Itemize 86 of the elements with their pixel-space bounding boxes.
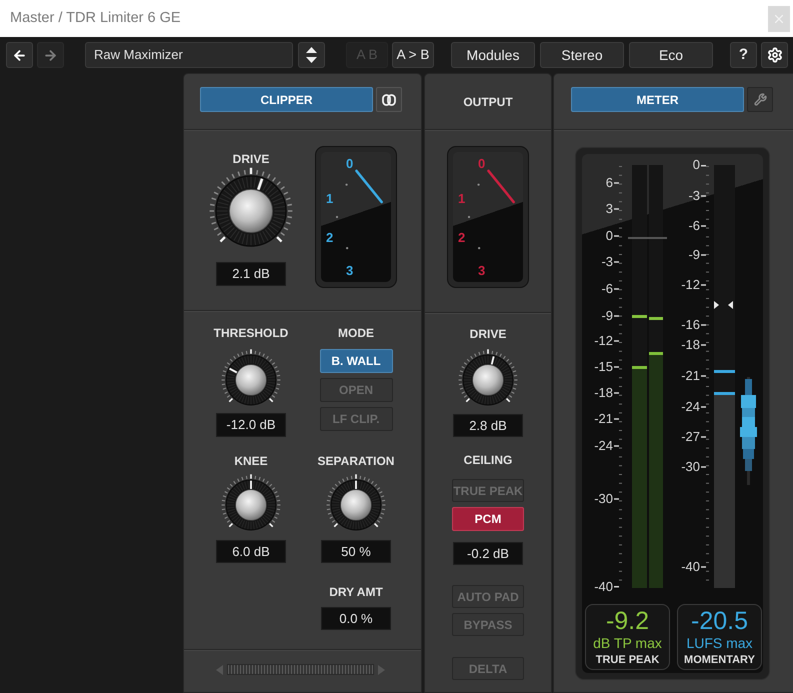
window-title: Master / TDR Limiter 6 GE [10, 8, 181, 28]
preset-field[interactable]: Raw Maximizer [85, 42, 293, 68]
toolbar-button[interactable]: Modules [451, 42, 535, 68]
ceiling-label: CEILING [464, 453, 512, 467]
scale-label: -24 [681, 400, 700, 414]
scale-ticks-drawing [468, 184, 480, 250]
scale-label: -21 [594, 412, 613, 426]
dry-amount-label: DRY AMT [329, 585, 383, 599]
value-display[interactable]: 0.0 % [321, 607, 391, 630]
caret-down-icon [306, 57, 317, 63]
scale-label: -18 [681, 338, 700, 352]
readout-value: -9.2 [606, 607, 650, 635]
scale-label: -3 [688, 189, 700, 203]
meter-needle [487, 170, 515, 204]
toolbar-button[interactable]: Eco [629, 42, 713, 68]
scale-label: -40 [594, 580, 613, 594]
value-display[interactable]: 50 % [321, 540, 391, 563]
preset-stepper-button[interactable] [298, 42, 325, 68]
zero-db-line [628, 237, 667, 239]
close-icon [775, 14, 783, 22]
scale-label: 2 [326, 230, 334, 244]
knob-label: SEPARATION [318, 454, 394, 468]
target-marker-icon [728, 301, 733, 309]
scale-label: -9 [601, 309, 613, 323]
scale-label: 3 [346, 262, 354, 278]
meter-module-button[interactable]: METER [571, 87, 744, 112]
knob-label: DRIVE [232, 152, 270, 166]
link-icon [382, 94, 396, 106]
scale-label: -21 [681, 369, 700, 383]
settings-icon [766, 47, 782, 63]
scale-label: 0 [606, 229, 613, 243]
scale-label: -3 [601, 255, 613, 269]
ab-button[interactable]: A > B [392, 42, 434, 68]
caret-up-icon [306, 47, 317, 53]
scale-label: 1 [326, 190, 334, 206]
meter-needle [355, 170, 383, 204]
back-button[interactable] [6, 42, 33, 68]
readout-label: MOMENTARY [684, 654, 755, 667]
value-display[interactable]: 6.0 dB [216, 540, 286, 563]
value-display[interactable]: 2.8 dB [453, 414, 523, 437]
scale-ticks-drawing [336, 184, 348, 250]
scale-label: -30 [594, 492, 613, 506]
scale-label: -18 [594, 386, 613, 400]
value-display[interactable]: 2.1 dB [216, 262, 286, 286]
scale-label: 6 [606, 176, 613, 190]
scale-label: -6 [601, 282, 613, 296]
knob-label: THRESHOLD [214, 326, 288, 340]
arrow-right-icon [43, 48, 58, 62]
knob-label: KNEE [234, 454, 268, 468]
scale-label: -9 [688, 248, 700, 262]
scale-label: 2 [458, 230, 466, 244]
scale-label: 0 [478, 156, 486, 170]
scale-label: -30 [681, 460, 700, 474]
mode-label: MODE [338, 326, 374, 340]
scrollbar-thumb[interactable] [227, 664, 374, 675]
scale-label: 1 [458, 190, 466, 206]
scale-label: -12 [594, 334, 613, 348]
wrench-icon [754, 93, 766, 106]
scale-label: -24 [594, 439, 613, 453]
scale-label: -16 [681, 318, 700, 332]
toolbar-button[interactable]: Stereo [540, 42, 624, 68]
knob-label: DRIVE [470, 327, 506, 341]
readout-label: TRUE PEAK [596, 654, 660, 667]
link-button[interactable] [376, 87, 402, 112]
readout-unit: dB TP max [593, 635, 662, 651]
scale-label: 3 [606, 202, 613, 216]
scale-label: 0 [692, 158, 700, 172]
meter-settings-button[interactable] [747, 87, 773, 112]
help-button[interactable]: ? [730, 42, 757, 68]
scale-label: 3 [478, 262, 486, 278]
value-display[interactable]: -12.0 dB [216, 413, 286, 437]
value-display[interactable]: -0.2 dB [453, 542, 523, 565]
scale-label: -15 [594, 360, 613, 374]
settings-button[interactable] [761, 42, 788, 68]
scale-label: -6 [688, 219, 700, 233]
output-title: OUTPUT [463, 94, 513, 108]
scale-label: -12 [681, 278, 700, 292]
scale-label: -27 [681, 430, 700, 444]
clipper-module-button[interactable]: CLIPPER [200, 87, 373, 112]
scale-label: 0 [346, 156, 354, 170]
option-button[interactable]: PCM [452, 507, 524, 531]
option-button[interactable]: B. WALL [320, 349, 392, 373]
target-marker-icon [714, 301, 719, 309]
scale-label: -40 [681, 560, 700, 574]
readout-unit: LUFS max [686, 635, 753, 651]
readout-value: -20.5 [691, 607, 748, 635]
